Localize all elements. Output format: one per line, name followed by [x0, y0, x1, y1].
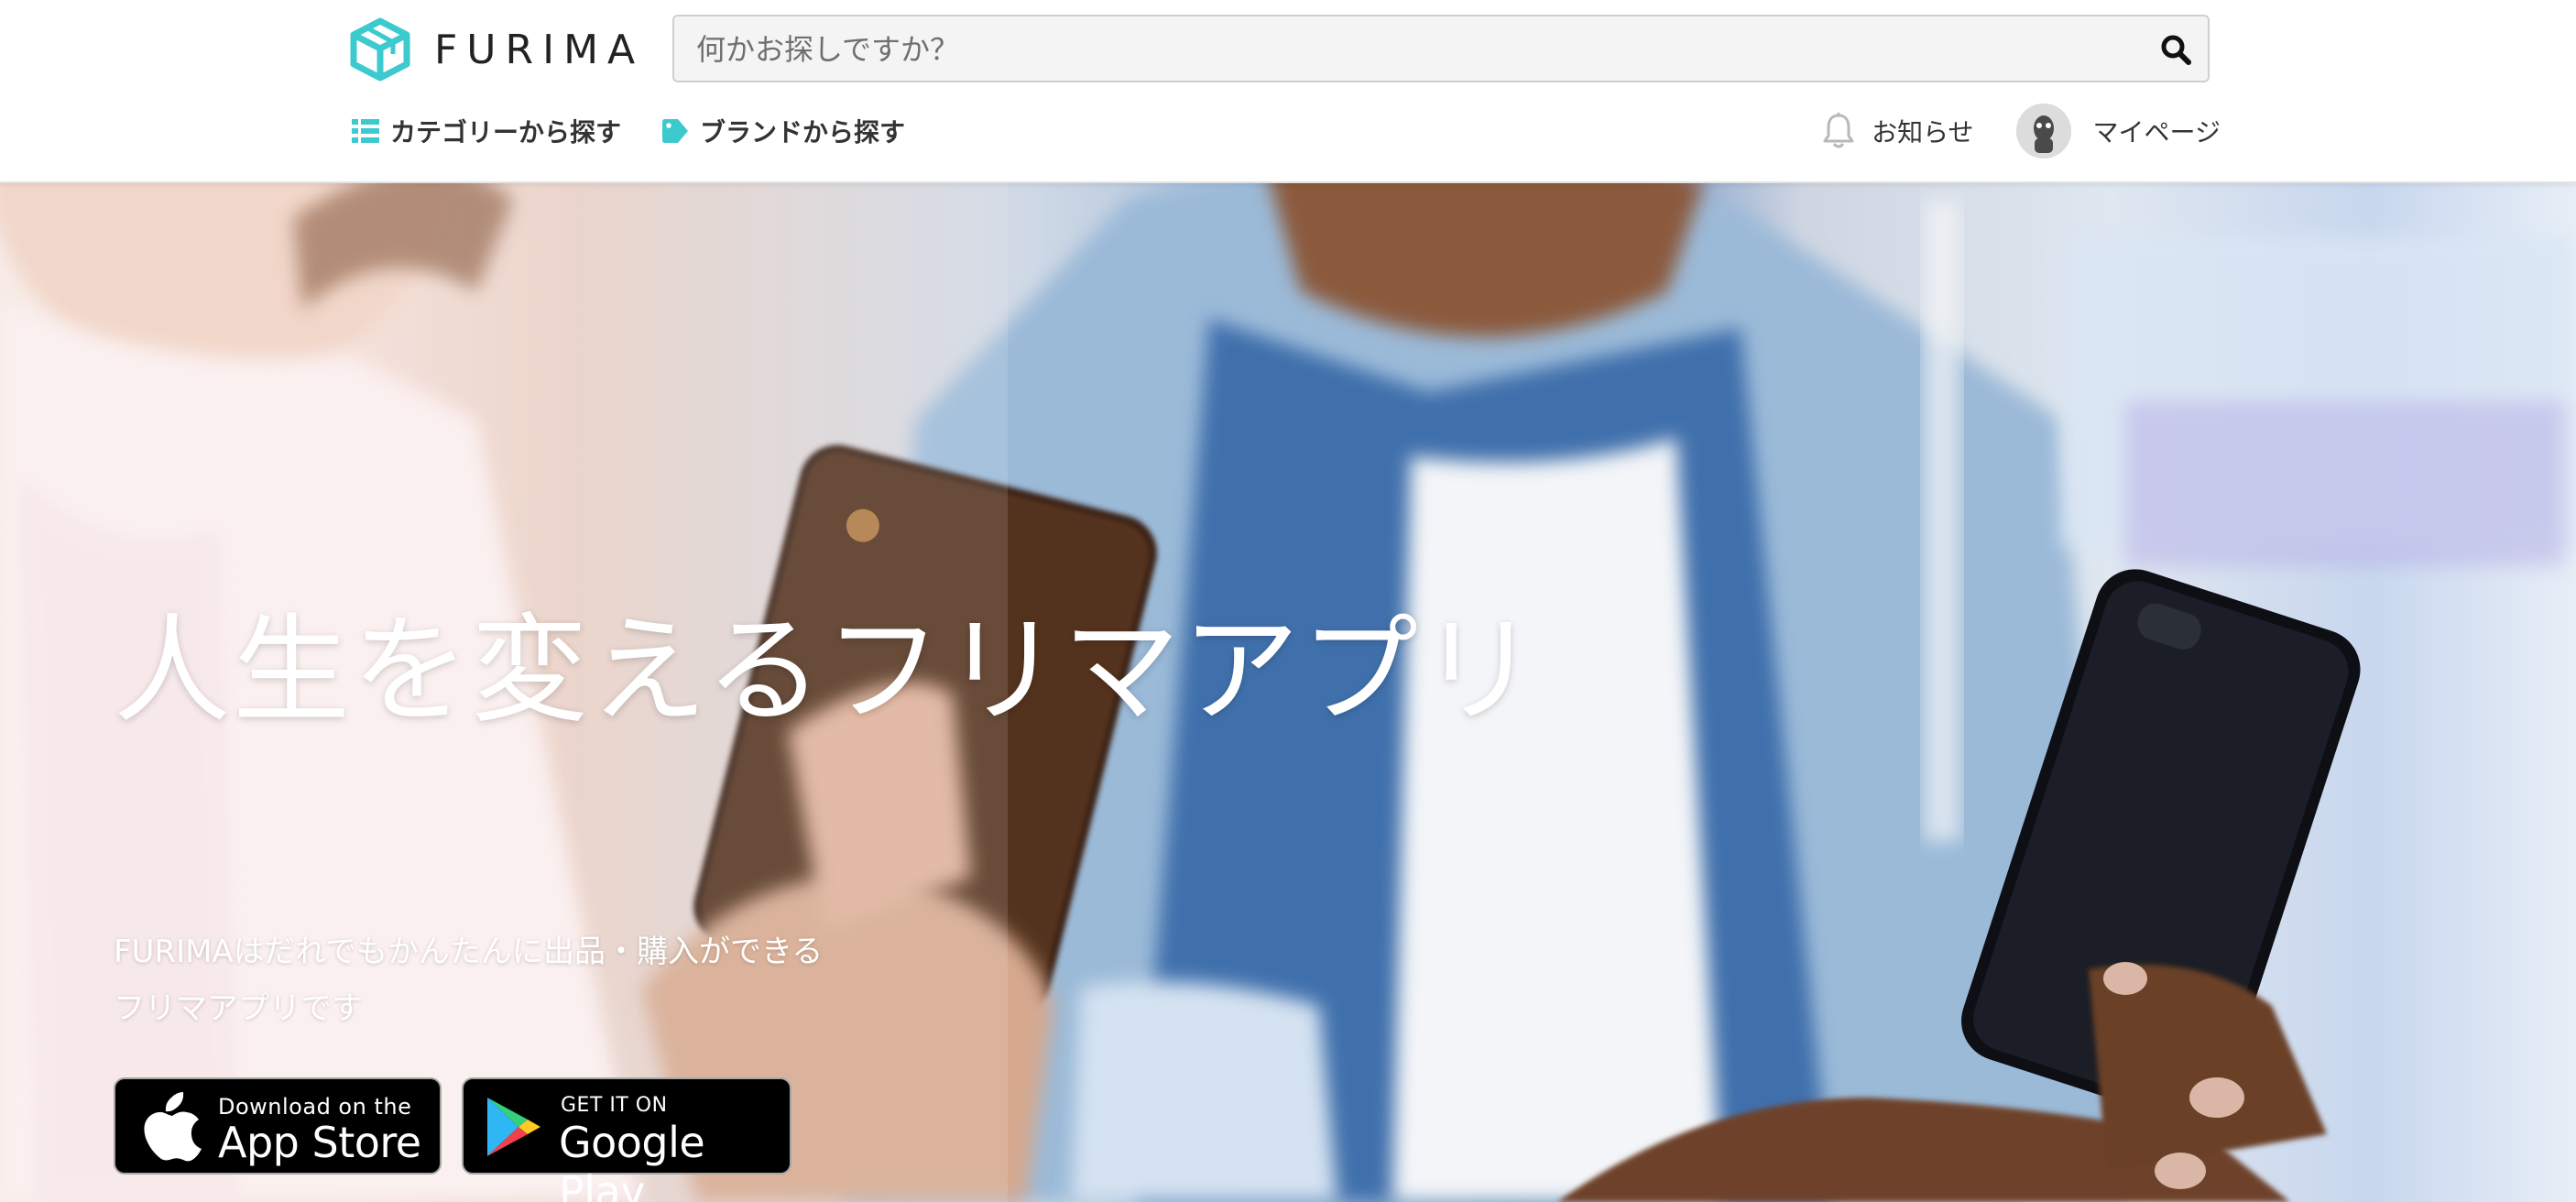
- search-input[interactable]: [694, 16, 2127, 82]
- site-header: FURIMA カテゴリーから探す ブランドから探す: [0, 0, 2576, 183]
- app-store-small-text: Download on the: [218, 1094, 412, 1120]
- brand-link-label: ブランドから探す: [700, 117, 906, 148]
- user-menu: お知らせ マイページ: [1822, 103, 2221, 159]
- app-store-button[interactable]: Download on the App Store: [114, 1077, 442, 1175]
- furima-logo[interactable]: FURIMA: [348, 16, 644, 82]
- notification-label: お知らせ: [1872, 117, 1974, 148]
- bell-icon: [1823, 113, 1854, 148]
- apple-icon: [144, 1092, 202, 1162]
- mypage-label: マイページ: [2092, 117, 2221, 148]
- tag-icon: [662, 119, 689, 143]
- browse-nav: カテゴリーから探す ブランドから探す: [352, 108, 945, 154]
- search-bar: [672, 15, 2210, 82]
- hero-subtitle: FURIMAはだれでもかんたんに出品・購入ができる フリマアプリです: [114, 923, 1011, 1037]
- avatar: [2015, 104, 2071, 158]
- google-play-button[interactable]: GET IT ON Google Play: [462, 1077, 791, 1202]
- google-play-small-text: GET IT ON: [561, 1094, 668, 1117]
- mypage-link[interactable]: マイページ: [2015, 104, 2221, 158]
- hero-subtitle-line2: フリマアプリです: [114, 990, 363, 1027]
- google-play-big-text: Google Play: [559, 1118, 705, 1202]
- hero-title: 人生を変えるフリマアプリ: [114, 603, 1540, 739]
- hero-subtitle-line1: FURIMAはだれでもかんたんに出品・購入ができる: [114, 934, 824, 970]
- app-store-big-text: App Store: [218, 1118, 421, 1167]
- logo-text: FURIMA: [434, 26, 645, 73]
- category-link-label: カテゴリーから探す: [390, 117, 622, 148]
- notification-link[interactable]: お知らせ: [1822, 112, 1974, 150]
- hero-banner: 人生を変えるフリマアプリ FURIMAはだれでもかんたんに出品・購入ができる フ…: [0, 181, 2576, 1202]
- list-icon: [352, 119, 379, 143]
- category-link[interactable]: カテゴリーから探す: [352, 113, 621, 149]
- brand-link[interactable]: ブランドから探す: [661, 113, 905, 149]
- search-icon[interactable]: [2160, 34, 2191, 65]
- cube-logo-icon: [350, 17, 410, 82]
- google-play-icon: [487, 1098, 540, 1156]
